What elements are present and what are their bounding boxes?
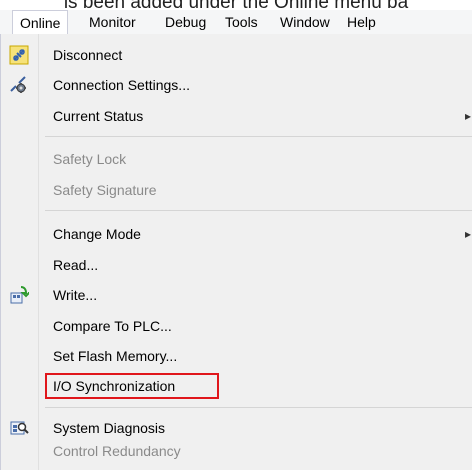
- menu-item-label: Safety Signature: [53, 182, 157, 198]
- menu-tools[interactable]: Tools: [218, 10, 265, 34]
- menu-separator: [45, 407, 472, 408]
- menu-item-write[interactable]: Write...: [1, 282, 472, 308]
- menu-item-label: Read...: [53, 257, 99, 273]
- menu-item-label: Control Redundancy: [53, 443, 181, 459]
- menu-item-label: Change Mode: [53, 226, 141, 242]
- menu-item-current-status[interactable]: Current Status ▸: [1, 103, 472, 129]
- disconnect-plug-icon: [9, 45, 29, 65]
- menu-item-control-redundancy: Control Redundancy: [1, 438, 472, 464]
- menu-item-connection-settings[interactable]: Connection Settings...: [1, 72, 472, 98]
- write-plc-icon: [9, 285, 32, 305]
- menu-item-label: Connection Settings...: [53, 77, 190, 93]
- system-diagnosis-icon: [9, 418, 29, 438]
- menu-debug[interactable]: Debug: [158, 10, 213, 34]
- menu-item-disconnect[interactable]: Disconnect: [1, 42, 472, 68]
- menu-item-safety-lock: Safety Lock: [1, 146, 472, 172]
- menu-item-safety-signature: Safety Signature: [1, 177, 472, 203]
- menu-online[interactable]: Online: [12, 10, 69, 35]
- menu-window[interactable]: Window: [273, 10, 337, 34]
- menu-item-label: Disconnect: [53, 47, 123, 63]
- submenu-arrow-icon: ▸: [464, 109, 471, 123]
- menu-item-read[interactable]: Read...: [1, 252, 472, 278]
- connection-settings-gear-icon: [9, 75, 29, 95]
- io-synchronization-highlight-box: [45, 373, 219, 399]
- menu-item-label: Compare To PLC...: [53, 318, 172, 334]
- menu-bar: Online Monitor Debug Tools Window Help: [0, 10, 472, 35]
- menu-item-label: Set Flash Memory...: [53, 348, 178, 364]
- menu-help[interactable]: Help: [340, 10, 383, 34]
- menu-item-label: Current Status: [53, 108, 144, 124]
- menu-separator: [45, 210, 472, 211]
- menu-item-compare-to-plc[interactable]: Compare To PLC...: [1, 313, 472, 339]
- menu-item-label: Safety Lock: [53, 151, 127, 167]
- menu-item-label: Write...: [53, 287, 98, 303]
- submenu-arrow-icon: ▸: [464, 227, 471, 241]
- menu-separator: [45, 136, 472, 137]
- menu-item-set-flash-memory[interactable]: Set Flash Memory...: [1, 343, 472, 369]
- online-dropdown-menu: Disconnect Connection Settings... Curren…: [0, 34, 472, 470]
- menu-item-change-mode[interactable]: Change Mode ▸: [1, 221, 472, 247]
- menu-monitor[interactable]: Monitor: [82, 10, 143, 34]
